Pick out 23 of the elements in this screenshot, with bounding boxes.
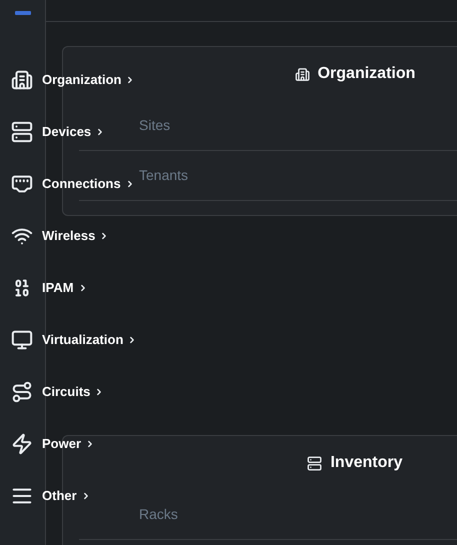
route-icon bbox=[11, 381, 33, 403]
lightning-bolt-icon bbox=[11, 433, 33, 455]
nav-menu-item[interactable]: Power bbox=[0, 418, 138, 470]
card-link[interactable]: Tenants bbox=[139, 165, 188, 186]
nav-menu-item[interactable]: Other bbox=[0, 470, 138, 522]
card-title: Inventory bbox=[330, 453, 402, 473]
nav-menu-item[interactable]: Circuits bbox=[0, 366, 138, 418]
building-icon bbox=[11, 69, 33, 91]
monitor-icon bbox=[11, 329, 33, 351]
nav-menu-item[interactable]: Connections bbox=[0, 158, 138, 210]
nav-menu-item[interactable]: Wireless bbox=[0, 210, 138, 262]
ethernet-port-icon bbox=[11, 173, 33, 195]
card-link[interactable]: Racks bbox=[139, 504, 178, 525]
nav-menu-item[interactable]: Organization bbox=[0, 54, 138, 106]
nav-menu-item[interactable]: Devices bbox=[0, 106, 138, 158]
nav-menu-item[interactable]: IPAM bbox=[0, 262, 138, 314]
server-icon bbox=[11, 121, 33, 143]
card-title: Organization bbox=[318, 64, 416, 84]
logo-icon bbox=[14, 10, 30, 16]
nav-menu-item[interactable]: Virtualization bbox=[0, 314, 138, 366]
card-link[interactable]: Sites bbox=[139, 115, 170, 136]
server-icon bbox=[307, 456, 322, 470]
building-icon bbox=[294, 66, 310, 82]
